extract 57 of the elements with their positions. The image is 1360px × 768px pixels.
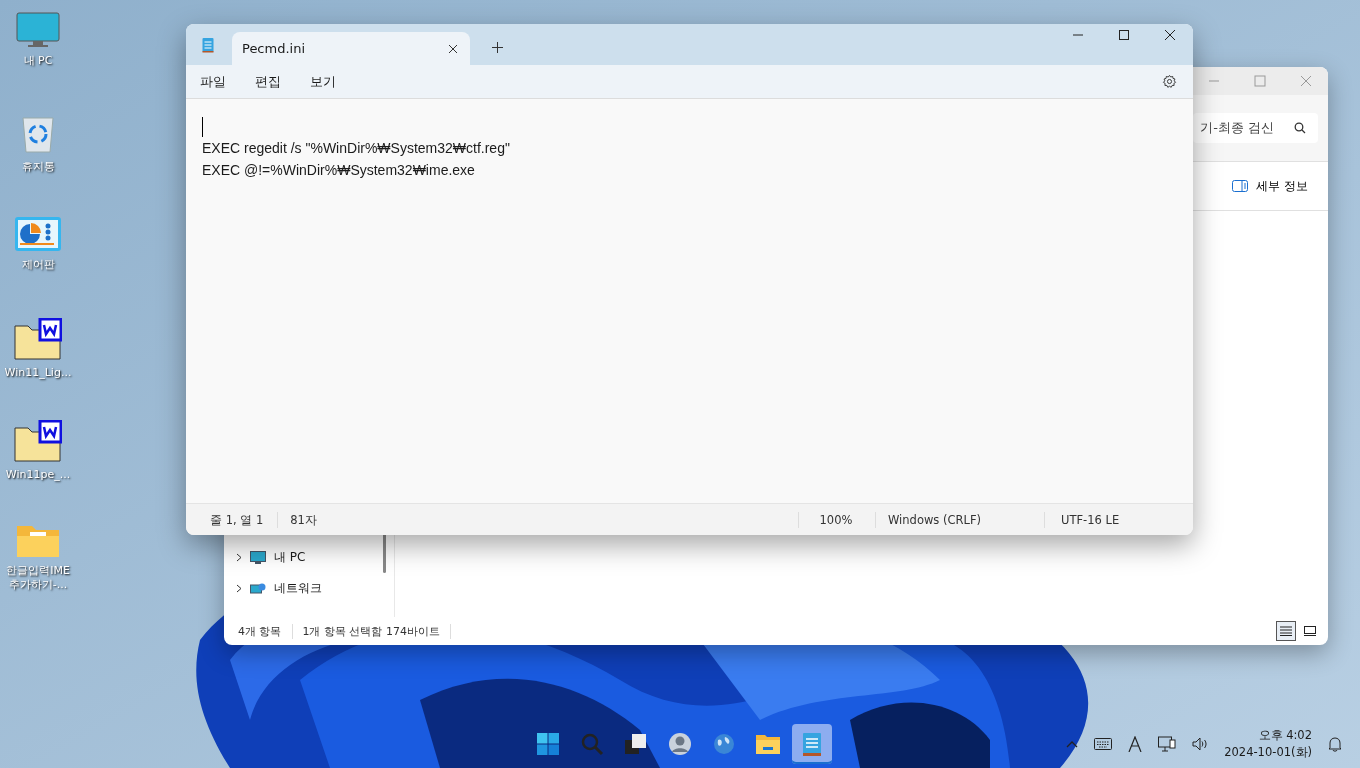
notepad-icon	[202, 37, 214, 53]
avatar-icon	[668, 732, 692, 756]
monitor-icon[interactable]	[16, 12, 60, 48]
task-view-icon	[624, 732, 648, 756]
settings-icon[interactable]	[1162, 74, 1177, 89]
preview-view-icon	[1304, 626, 1316, 636]
close-icon[interactable]	[448, 43, 458, 54]
network-icon	[250, 581, 266, 596]
speaker-icon[interactable]	[1192, 737, 1209, 751]
status-text: 100%	[798, 511, 876, 528]
input-method-icon[interactable]	[1128, 736, 1143, 752]
list-view-icon	[1280, 626, 1292, 636]
status-text: 4개 항목	[238, 623, 293, 639]
chevron-icon	[236, 553, 242, 562]
file-tab[interactable]: Pecmd.ini	[232, 32, 470, 65]
folder-icon[interactable]	[14, 318, 62, 360]
nav-item[interactable]: 네트워크	[224, 573, 394, 604]
text-line: EXEC regedit /s "%WinDir%₩System32₩ctf.reg"	[202, 139, 511, 158]
recycle-bin-icon[interactable]	[20, 114, 56, 154]
details-view-button[interactable]	[1276, 621, 1296, 641]
notepad-icon	[802, 731, 822, 757]
network-icon[interactable]	[1158, 736, 1177, 752]
new-tab-icon[interactable]	[492, 42, 503, 53]
date-text: 2024-10-01(화)	[1224, 744, 1312, 761]
keyboard-icon[interactable]	[1094, 738, 1113, 750]
clock[interactable]: 오후 4:02 2024-10-01(화)	[1224, 727, 1312, 761]
status-text: Windows (CRLF)	[876, 511, 1045, 528]
text-cursor	[202, 117, 203, 138]
search-field[interactable]: 기-최종 검신	[1193, 113, 1318, 143]
menu-item[interactable]: 보기	[310, 72, 336, 91]
folder-icon[interactable]	[14, 420, 62, 462]
menu-item[interactable]: 편집	[255, 72, 281, 91]
details-pane-icon	[1232, 180, 1249, 192]
windows-logo-icon	[536, 732, 560, 756]
close-icon[interactable]	[1164, 29, 1176, 41]
text-line: EXEC @!=%WinDir%₩System32₩ime.exe	[202, 161, 476, 180]
status-text: UTF-16 LE	[1060, 511, 1121, 528]
control-panel-icon[interactable]	[14, 216, 62, 252]
chevron-up-icon[interactable]	[1066, 740, 1079, 748]
details-button[interactable]: 세부 정보	[1224, 171, 1316, 201]
chevron-icon	[236, 584, 242, 593]
search-icon	[1294, 122, 1306, 134]
time-text: 오후 4:02	[1258, 727, 1312, 744]
nav-item[interactable]: 내 PC	[224, 542, 394, 573]
status-text: 줄 1, 열 1	[186, 511, 279, 528]
status-text: 1개 항목 선택함 174바이트	[302, 623, 451, 639]
text-editor[interactable]: EXEC regedit /s "%WinDir%₩System32₩ctf.reg" EXEC @!=%WinDir%₩System32₩ime.exe	[186, 99, 1193, 503]
search-icon	[580, 732, 604, 756]
maximize-icon[interactable]	[1118, 29, 1130, 41]
notepad-button[interactable]	[792, 724, 832, 764]
menu-item[interactable]: 파일	[200, 72, 226, 91]
folder-icon	[755, 733, 781, 755]
status-text: 81자	[289, 511, 318, 528]
monitor-icon	[250, 550, 266, 565]
notification-bell-icon[interactable]	[1328, 736, 1342, 752]
scrollbar[interactable]	[383, 533, 386, 573]
globe-icon	[712, 732, 736, 756]
